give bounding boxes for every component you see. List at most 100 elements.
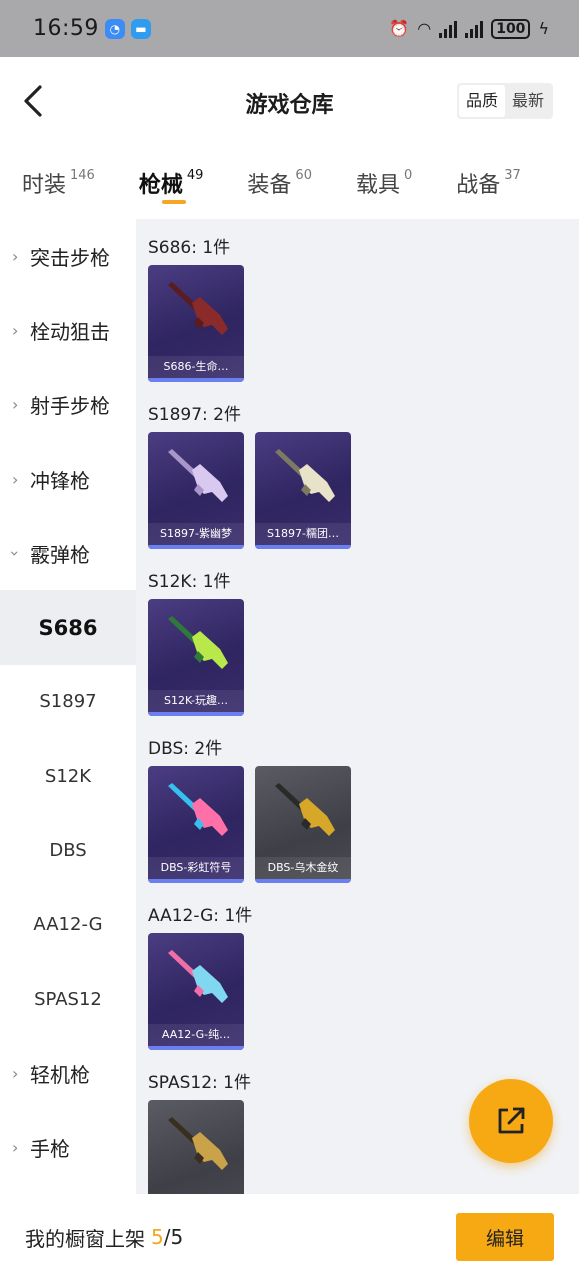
weapon-group: AA12-G: 1件 AA12-G-纯… <box>136 887 579 1054</box>
weapon-card-row: S12K-玩趣… <box>148 599 579 720</box>
sidebar-item-smg[interactable]: › 冲锋枪 <box>0 442 136 516</box>
weapon-skin-card[interactable]: AA12-G-纯… <box>148 933 244 1050</box>
rarity-bar <box>148 545 244 549</box>
weapon-skin-card[interactable]: S686-生命… <box>148 265 244 382</box>
sort-quality-button[interactable]: 品质 <box>458 85 505 117</box>
shotgun-lime-icon <box>168 616 228 669</box>
weapon-card-row: S1897-紫幽梦 S1897-糯团… <box>148 432 579 553</box>
chevron-right-icon: › <box>12 1063 19 1083</box>
sidebar-item-dbs[interactable]: DBS <box>0 813 136 887</box>
weapon-category-sidebar: › 突击步枪 › 栓动狙击 › 射手步枪 › 冲锋枪 › 霰弹枪 S686 S1897 S… <box>0 219 136 1194</box>
weapon-group: DBS: 2件 DBS-彩虹符号 DBS-乌木金纹 <box>136 720 579 887</box>
weapon-skin-card[interactable]: DBS-乌木金纹 <box>255 766 351 883</box>
tab-count: 146 <box>70 168 95 183</box>
showcase-separator: / <box>163 1225 171 1249</box>
edit-button[interactable]: 编辑 <box>456 1213 554 1261</box>
weapon-group-title: AA12-G: 1件 <box>148 906 253 926</box>
rarity-bar <box>148 879 244 883</box>
signal-icon-2 <box>465 20 484 38</box>
weapon-skin-list: S686: 1件 S686-生命… S1897: 2件 S1897-紫幽梦 S1897-… <box>136 219 579 1194</box>
signal-icon <box>439 20 458 38</box>
sidebar-item-aa12g[interactable]: AA12-G <box>0 888 136 962</box>
category-tabs: 时装 146 枪械 49 装备 60 载具 0 战备 37 <box>0 145 579 219</box>
sidebar-item-bolt-sniper[interactable]: › 栓动狙击 <box>0 293 136 367</box>
chevron-right-icon: › <box>12 1138 19 1158</box>
chevron-right-icon: › <box>12 320 19 340</box>
tab-label: 载具 <box>355 173 400 198</box>
sidebar-item-label: 冲锋枪 <box>30 468 90 493</box>
tab-label: 装备 <box>247 173 292 198</box>
weapon-skin-name: S1897-紫幽梦 <box>148 523 244 545</box>
weapon-group: S1897: 2件 S1897-紫幽梦 S1897-糯团… <box>136 386 579 553</box>
shotgun-pastel-icon <box>168 950 228 1003</box>
weapon-group-title: S686: 1件 <box>148 238 231 258</box>
shotgun-red-icon <box>168 282 228 335</box>
tab-supplies[interactable]: 战备 37 <box>456 145 521 219</box>
shotgun-gold-icon <box>275 783 335 836</box>
message-app-icon: ▬ <box>130 18 151 39</box>
shotgun-brown-icon <box>168 1117 228 1170</box>
share-icon <box>498 1107 525 1134</box>
tab-outfits[interactable]: 时装 146 <box>22 145 95 219</box>
sidebar-item-assault-rifle[interactable]: › 突击步枪 <box>0 219 136 293</box>
battery-indicator: 100 <box>491 18 531 39</box>
status-bar: 16:59 ◔ ▬ ⏰ ◠ 100 ϟ <box>0 0 579 57</box>
sidebar-item-spas12[interactable]: SPAS12 <box>0 962 136 1036</box>
chat-app-icon: ◔ <box>104 18 125 39</box>
sidebar-item-s686[interactable]: S686 <box>0 590 136 665</box>
showcase-total: 5 <box>170 1225 184 1249</box>
chevron-right-icon: › <box>12 469 19 489</box>
sort-newest-button[interactable]: 最新 <box>505 85 551 117</box>
charging-icon: ϟ <box>538 19 549 38</box>
weapon-card-row: AA12-G-纯… <box>148 933 579 1054</box>
tab-label: 时装 <box>22 173 67 198</box>
weapon-skin-name: AA12-G-纯… <box>148 1024 244 1046</box>
sidebar-item-label: 轻机枪 <box>30 1062 90 1087</box>
active-tab-indicator <box>161 200 186 204</box>
chevron-right-icon: › <box>12 246 19 266</box>
sidebar-item-label: 手枪 <box>30 1137 70 1162</box>
tab-label: 战备 <box>456 173 501 198</box>
weapon-skin-name: DBS-彩虹符号 <box>148 857 244 879</box>
weapon-skin-card[interactable]: S12K-玩趣… <box>148 599 244 716</box>
sidebar-item-label: 栓动狙击 <box>30 319 110 344</box>
shotgun-violet-icon <box>168 449 228 502</box>
sidebar-item-shotgun[interactable]: › 霰弹枪 <box>0 516 136 590</box>
showcase-bar: 我的橱窗上架 5 / 5 编辑 <box>0 1194 579 1280</box>
share-button[interactable] <box>469 1079 553 1163</box>
rarity-bar <box>255 879 351 883</box>
chevron-down-icon: › <box>5 550 25 557</box>
tab-equipment[interactable]: 装备 60 <box>247 145 312 219</box>
weapon-group-title: S12K: 1件 <box>148 572 231 592</box>
tab-firearms[interactable]: 枪械 49 <box>138 145 203 219</box>
sidebar-item-s12k[interactable]: S12K <box>0 739 136 813</box>
header: 游戏仓库 品质 最新 <box>0 57 579 145</box>
tab-count: 0 <box>403 168 413 183</box>
shotgun-rainbow-icon <box>168 783 228 836</box>
weapon-group-title: DBS: 2件 <box>148 739 223 759</box>
chevron-right-icon: › <box>12 395 19 415</box>
weapon-skin-card[interactable]: S1897-糯团… <box>255 432 351 549</box>
tab-count: 37 <box>504 168 521 183</box>
weapon-group: S12K: 1件 S12K-玩趣… <box>136 553 579 720</box>
sidebar-item-label: 突击步枪 <box>30 245 110 270</box>
tab-count: 60 <box>295 168 312 183</box>
weapon-skin-card[interactable] <box>148 1100 244 1194</box>
weapon-group-title: S1897: 2件 <box>148 405 242 425</box>
rarity-bar <box>148 1046 244 1050</box>
sidebar-item-s1897[interactable]: S1897 <box>0 665 136 739</box>
weapon-skin-card[interactable]: DBS-彩虹符号 <box>148 766 244 883</box>
showcase-label: 我的橱窗上架 <box>25 1226 145 1251</box>
wifi-icon: ◠ <box>417 19 432 38</box>
weapon-skin-card[interactable]: S1897-紫幽梦 <box>148 432 244 549</box>
sidebar-item-marksman-rifle[interactable]: › 射手步枪 <box>0 368 136 442</box>
sidebar-item-label: 霰弹枪 <box>30 542 90 567</box>
weapon-card-row: DBS-彩虹符号 DBS-乌木金纹 <box>148 766 579 887</box>
sidebar-item-lmg[interactable]: › 轻机枪 <box>0 1036 136 1110</box>
tab-label: 枪械 <box>138 173 183 198</box>
sidebar-item-pistol[interactable]: › 手枪 <box>0 1111 136 1185</box>
tab-vehicles[interactable]: 载具 0 <box>356 145 412 219</box>
showcase-count: 5 <box>151 1225 164 1249</box>
weapon-skin-name: DBS-乌木金纹 <box>255 857 351 879</box>
sort-toggle: 品质 最新 <box>456 83 553 119</box>
